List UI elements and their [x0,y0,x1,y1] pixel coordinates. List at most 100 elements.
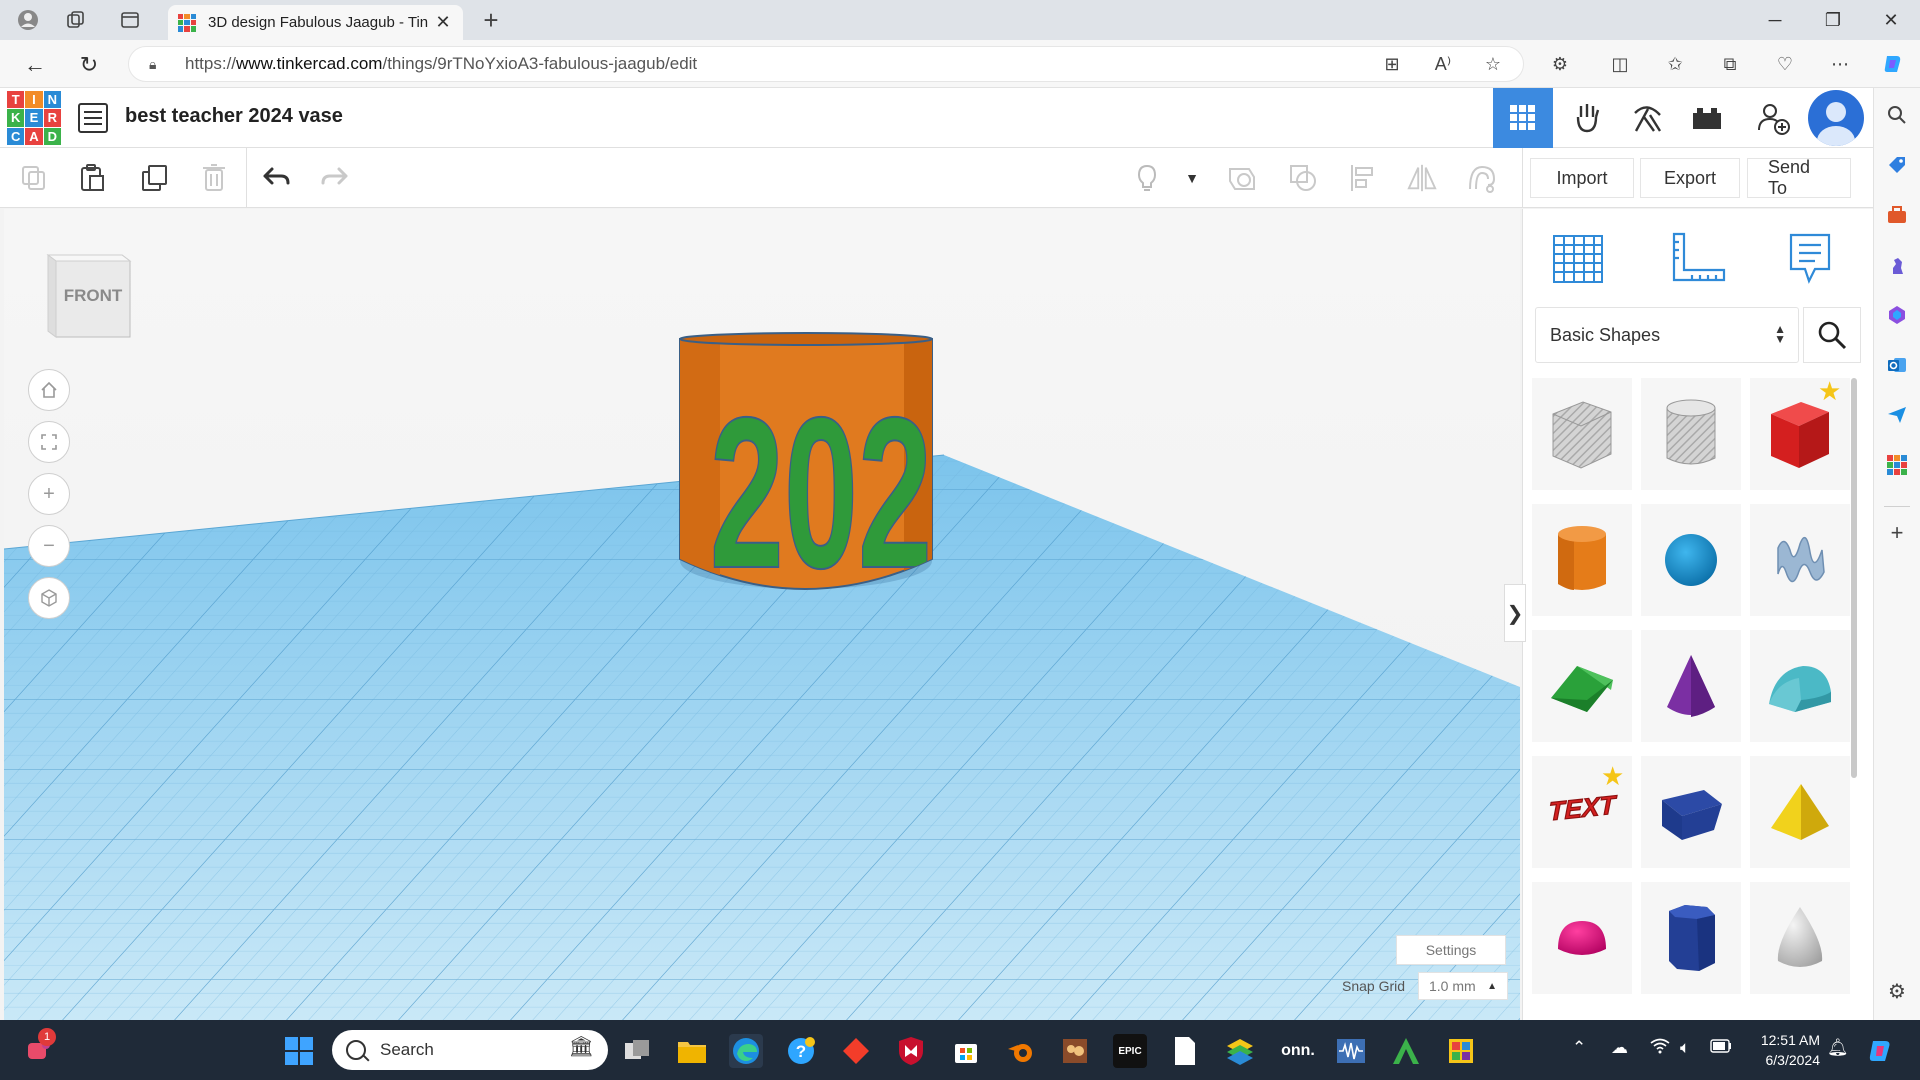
shape-box-hole[interactable] [1532,378,1632,490]
shape-cylinder-hole[interactable] [1641,378,1741,490]
add-user-icon[interactable] [1743,88,1803,148]
shape-category-select[interactable]: Basic Shapes ▲ ▼ [1535,307,1799,363]
user-avatar[interactable] [1808,90,1864,146]
epic-games-icon[interactable]: EPIC [1113,1034,1147,1068]
shape-pyramid[interactable] [1750,756,1850,868]
export-button[interactable]: Export [1640,158,1740,198]
arduino-a-icon[interactable] [1389,1034,1423,1068]
workspaces-icon[interactable] [62,6,90,34]
shape-cone[interactable] [1641,630,1741,742]
copilot-taskbar-icon[interactable] [1864,1034,1898,1068]
add-sidebar-app-icon[interactable]: + [1884,520,1910,546]
mirror-icon[interactable] [1406,162,1438,194]
minimize-button[interactable]: ─ [1746,0,1804,40]
refresh-icon[interactable]: ↻ [74,50,104,80]
microsoft-365-icon[interactable] [1884,302,1910,328]
file-explorer-icon[interactable] [675,1034,709,1068]
grid-view-icon[interactable] [1493,88,1553,148]
onedrive-cloud-icon[interactable]: ☁ [1611,1038,1628,1058]
duplicate-icon[interactable] [139,162,171,194]
align-icon[interactable] [1347,162,1379,194]
bluestacks-icon[interactable] [1223,1034,1257,1068]
copilot-icon[interactable] [1878,50,1908,78]
drop-send-icon[interactable] [1884,402,1910,428]
sim-lab-pickaxe-icon[interactable] [1617,88,1677,148]
maximize-button[interactable]: ❐ [1804,0,1862,40]
paint-app-icon[interactable] [1444,1034,1478,1068]
profile-icon[interactable] [14,6,42,34]
read-aloud-icon[interactable]: A⁾ [1428,50,1458,78]
tinkercad-logo[interactable]: T I N K E R C A D [7,91,61,145]
snap-grid-select[interactable]: 1.0 mm ▲ [1418,972,1508,1000]
delete-trash-icon[interactable] [198,162,230,194]
import-button[interactable]: Import [1530,158,1634,198]
ruler-icon[interactable] [1663,223,1733,293]
favorite-star-icon[interactable]: ★ [1601,761,1624,792]
workplane-canvas[interactable]: R 2024 [4,209,1520,1020]
shape-search-button[interactable] [1803,307,1861,363]
shapes-scrollbar[interactable] [1851,378,1857,778]
shape-roof[interactable] [1532,630,1632,742]
outlook-icon[interactable] [1884,352,1910,378]
back-arrow-icon[interactable]: ← [20,50,50,80]
onn-app-icon[interactable]: onn. [1278,1034,1318,1068]
task-view-icon[interactable] [620,1034,654,1068]
wifi-icon[interactable] [1650,1038,1670,1059]
tools-briefcase-icon[interactable] [1884,202,1910,228]
lightbulb-icon[interactable] [1131,162,1163,194]
games-chess-icon[interactable] [1884,252,1910,278]
zoom-out-icon[interactable]: − [28,525,70,567]
settings-button[interactable]: Settings [1396,935,1506,965]
volume-muted-icon[interactable]: 🔈︎ [1680,1038,1690,1058]
view-cube[interactable]: FRONT [44,251,134,341]
edge-browser-icon[interactable] [729,1034,763,1068]
app-diamond-icon[interactable] [839,1034,873,1068]
redo-icon[interactable] [319,162,351,194]
split-screen-icon[interactable]: ◫ [1605,50,1635,78]
notes-icon[interactable] [1775,223,1845,293]
show-hidden-icons-chevron-icon[interactable]: ⌃ [1572,1038,1586,1058]
tab-actions-icon[interactable] [116,6,144,34]
perspective-toggle-icon[interactable] [28,577,70,619]
favorite-star-icon[interactable]: ☆ [1478,50,1508,78]
send-to-button[interactable]: Send To [1747,157,1851,198]
sidebar-settings-gear-icon[interactable]: ⚙ [1884,978,1910,1004]
battery-icon[interactable] [1710,1038,1732,1058]
shape-half-sphere[interactable] [1532,882,1632,994]
new-tab-button[interactable]: + [476,5,506,36]
shape-cylinder[interactable] [1532,504,1632,616]
ungroup-icon[interactable] [1287,162,1319,194]
fit-view-icon[interactable] [28,421,70,463]
document-icon[interactable] [1168,1034,1202,1068]
collections-icon[interactable]: ⧉ [1715,50,1745,78]
shape-wedge[interactable] [1641,756,1741,868]
cruise-magnet-icon[interactable] [1466,162,1498,194]
help-app-icon[interactable]: ? [784,1034,818,1068]
shape-scribble[interactable] [1750,504,1850,616]
shape-round-roof[interactable] [1750,630,1850,742]
shape-paraboloid[interactable] [1750,882,1850,994]
group-icon[interactable] [1226,162,1258,194]
shape-polygon[interactable] [1641,882,1741,994]
favorite-star-icon[interactable]: ★ [1818,376,1841,407]
bricks-icon[interactable] [1677,88,1737,148]
copy-icon[interactable] [18,162,50,194]
microsoft-store-icon[interactable] [949,1034,983,1068]
blender-icon[interactable] [1004,1034,1038,1068]
panel-collapse-chevron-icon[interactable]: ❯ [1504,584,1526,642]
chevron-down-icon[interactable]: ▼ [1176,162,1208,194]
close-tab-icon[interactable]: ✕ [433,12,453,33]
undo-icon[interactable] [260,162,292,194]
design-list-icon[interactable] [78,103,108,133]
taskbar-search-box[interactable]: Search 🏛︎ [332,1030,608,1070]
design-title[interactable]: best teacher 2024 vase [125,105,343,128]
search-icon[interactable] [1884,102,1910,128]
more-options-icon[interactable]: ⋯ [1825,50,1855,78]
extensions-icon[interactable]: ⚙ [1545,50,1575,78]
url-field[interactable]: 🔒︎ https://www.tinkercad.com/things/9rTN… [128,46,1524,82]
workplane-viewport[interactable]: R 2024 FRONT + − [4,209,1520,1020]
windows-start-icon[interactable] [282,1034,316,1068]
app-available-icon[interactable]: ⊞ [1377,50,1407,78]
zoom-in-icon[interactable]: + [28,473,70,515]
browser-tab-active[interactable]: 3D design Fabulous Jaagub - Tin ✕ [168,5,463,40]
